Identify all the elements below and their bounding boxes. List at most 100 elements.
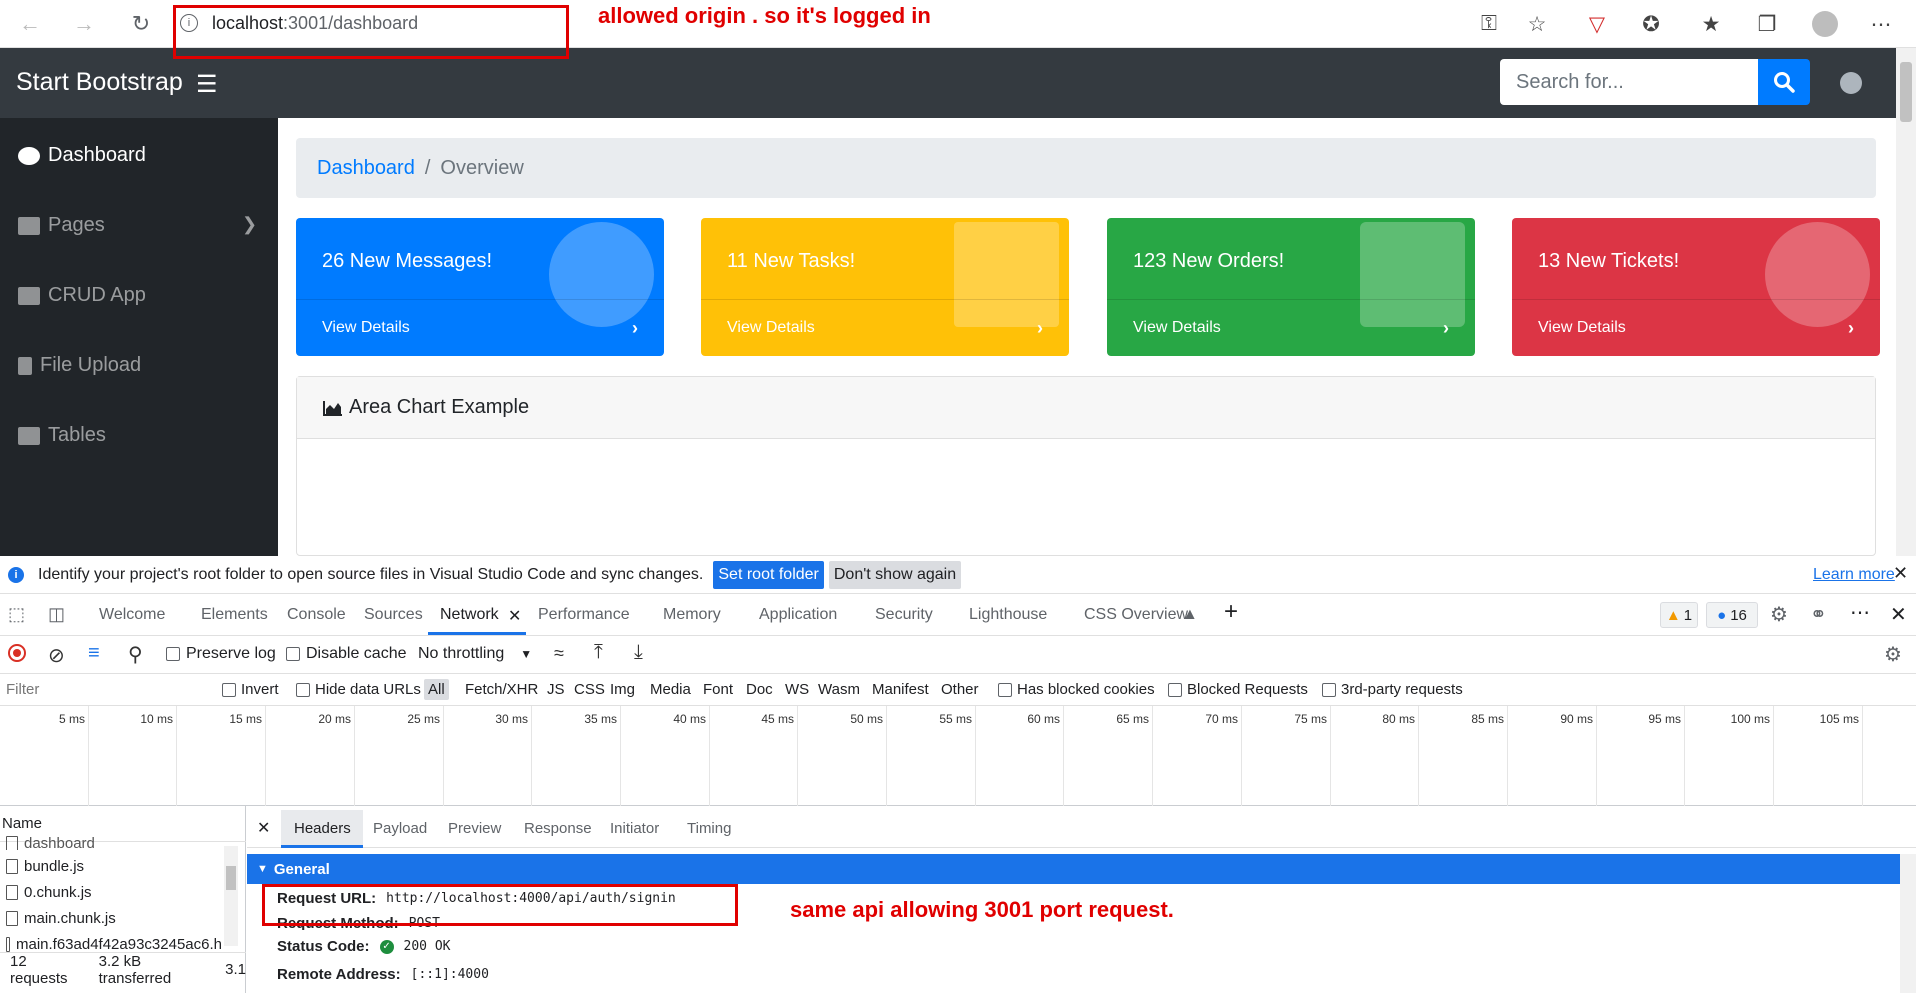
profile-icon[interactable] [1810, 10, 1840, 38]
filter-type-wasm[interactable]: Wasm [818, 681, 860, 698]
filter-type-img[interactable]: Img [610, 681, 635, 698]
device-toolbar-icon[interactable]: ◫ [48, 604, 65, 625]
filter-icon[interactable]: ≡ [88, 642, 100, 665]
export-har-icon[interactable]: ⤓ [634, 641, 643, 664]
tab-preview[interactable]: Preview [448, 820, 501, 837]
network-settings-gear-icon[interactable]: ⚙ [1884, 642, 1902, 667]
tab-performance[interactable]: Performance [538, 606, 630, 624]
sidebar-item-crud-app[interactable]: CRUD App [18, 284, 146, 307]
page-scrollbar-thumb[interactable] [1900, 62, 1912, 122]
warnings-badge[interactable]: ▲ 1 [1660, 602, 1698, 628]
tab-timing[interactable]: Timing [687, 820, 731, 837]
network-timeline[interactable]: 5 ms 10 ms 15 ms 20 ms 25 ms 30 ms 35 ms 40 ms 4… [0, 706, 1916, 806]
reload-icon[interactable]: ↻ [125, 8, 157, 40]
network-conditions-icon[interactable]: ≈ [554, 643, 564, 664]
record-button[interactable] [8, 644, 26, 662]
search-button[interactable] [1758, 59, 1810, 105]
filter-type-js[interactable]: JS [547, 681, 565, 698]
request-list-scrollbar-thumb[interactable] [226, 866, 236, 890]
breadcrumb-link-dashboard[interactable]: Dashboard [317, 157, 415, 180]
detail-scrollbar[interactable] [1900, 854, 1916, 993]
tab-memory[interactable]: Memory [663, 606, 721, 624]
request-item-dashboard[interactable]: dashboard [6, 836, 95, 850]
card-footer-link[interactable]: View Details [701, 299, 1069, 356]
card-footer-link[interactable]: View Details [1107, 299, 1475, 356]
close-icon[interactable]: ✕ [1893, 563, 1908, 584]
extensions-icon[interactable]: ✪ [1636, 10, 1666, 38]
filter-type-css[interactable]: CSS [574, 681, 605, 698]
add-tab-icon[interactable]: + [1224, 598, 1238, 626]
search-icon[interactable]: ⚲ [128, 642, 143, 667]
third-party-checkbox[interactable]: 3rd-party requests [1322, 681, 1463, 698]
pocket-icon[interactable]: ▽ [1582, 10, 1612, 38]
tab-elements[interactable]: Elements [201, 606, 268, 624]
filter-type-ws[interactable]: WS [785, 681, 809, 698]
filter-type-doc[interactable]: Doc [746, 681, 773, 698]
tab-sources[interactable]: Sources [364, 606, 423, 624]
page-scrollbar[interactable] [1896, 48, 1916, 556]
messages-badge[interactable]: ● 16 [1706, 602, 1758, 628]
sidebar-item-file-upload[interactable]: File Upload [18, 354, 141, 377]
filter-input[interactable]: Filter [6, 681, 39, 698]
filter-type-manifest[interactable]: Manifest [872, 681, 929, 698]
sidebar-item-tables[interactable]: Tables [18, 424, 106, 447]
set-root-folder-button[interactable]: Set root folder [713, 560, 824, 589]
tab-console[interactable]: Console [287, 606, 346, 624]
request-item-main-chunk-js[interactable]: main.chunk.js [6, 910, 116, 927]
user-icon[interactable] [1840, 72, 1862, 94]
tab-network-close-icon[interactable]: ✕ [508, 606, 521, 626]
tab-css-overview[interactable]: CSS Overview [1084, 606, 1188, 624]
favorite-add-icon[interactable]: ☆ [1522, 10, 1552, 38]
tab-welcome[interactable]: Welcome [99, 606, 165, 624]
tab-security[interactable]: Security [875, 606, 933, 624]
learn-more-link[interactable]: Learn more [1813, 566, 1895, 584]
more-menu-icon[interactable]: ⋯ [1866, 10, 1896, 38]
forward-icon[interactable]: → [68, 8, 100, 40]
invert-checkbox[interactable]: Invert [222, 681, 279, 698]
search-input[interactable]: Search for... [1500, 59, 1758, 105]
customize-icon[interactable]: ⚭ [1810, 602, 1827, 627]
tab-headers[interactable]: Headers [294, 820, 351, 837]
tab-response[interactable]: Response [524, 820, 592, 837]
brand-link[interactable]: Start Bootstrap [16, 68, 183, 97]
request-item-bundle-js[interactable]: bundle.js [6, 858, 84, 875]
info-icon: i [8, 566, 24, 583]
filter-type-other[interactable]: Other [941, 681, 979, 698]
hide-data-urls-checkbox[interactable]: Hide data URLs [296, 681, 421, 698]
card-footer-link[interactable]: View Details [296, 299, 664, 356]
favorites-icon[interactable]: ★ [1696, 10, 1726, 38]
request-item-0-chunk-js[interactable]: 0.chunk.js [6, 884, 92, 901]
tab-application[interactable]: Application [759, 606, 837, 624]
request-list-scrollbar[interactable] [224, 846, 238, 946]
tab-network[interactable]: Network [440, 606, 499, 624]
dont-show-again-button[interactable]: Don't show again [828, 560, 962, 589]
import-har-icon[interactable]: ⤒ [594, 641, 603, 664]
card-footer-link[interactable]: View Details [1512, 299, 1880, 356]
key-icon[interactable]: ⚿ [1474, 10, 1504, 38]
gear-icon[interactable]: ⚙ [1770, 602, 1788, 627]
preserve-log-checkbox[interactable]: Preserve log [166, 645, 276, 663]
close-devtools-icon[interactable]: ✕ [1890, 602, 1907, 627]
filter-type-font[interactable]: Font [703, 681, 733, 698]
clear-icon[interactable]: ⊘ [48, 643, 65, 668]
disable-cache-checkbox[interactable]: Disable cache [286, 645, 407, 663]
back-icon[interactable]: ← [14, 8, 46, 40]
sidebar-item-dashboard[interactable]: Dashboard [18, 144, 146, 167]
sidebar-toggle-icon[interactable]: ☰ [196, 70, 218, 99]
request-item-hot-update[interactable]: main.f63ad4f42a93c3245ac6.h [6, 936, 222, 952]
general-section-header[interactable]: ▼ General [247, 854, 1902, 884]
close-detail-icon[interactable]: ✕ [257, 818, 270, 838]
inspect-element-icon[interactable]: ⬚ [8, 604, 25, 625]
tab-payload[interactable]: Payload [373, 820, 427, 837]
blocked-requests-checkbox[interactable]: Blocked Requests [1168, 681, 1308, 698]
filter-type-media[interactable]: Media [650, 681, 691, 698]
blocked-cookies-checkbox[interactable]: Has blocked cookies [998, 681, 1155, 698]
sidebar-item-pages[interactable]: Pages [18, 214, 105, 237]
tab-initiator[interactable]: Initiator [610, 820, 659, 837]
filter-type-fetch-xhr[interactable]: Fetch/XHR [465, 681, 538, 698]
tab-lighthouse[interactable]: Lighthouse [969, 606, 1047, 624]
filter-type-all[interactable]: All [424, 679, 449, 700]
collections-icon[interactable]: ❐ [1752, 10, 1782, 38]
more-options-icon[interactable]: ⋯ [1850, 600, 1870, 625]
throttling-select[interactable]: No throttling ▼ [418, 645, 532, 663]
